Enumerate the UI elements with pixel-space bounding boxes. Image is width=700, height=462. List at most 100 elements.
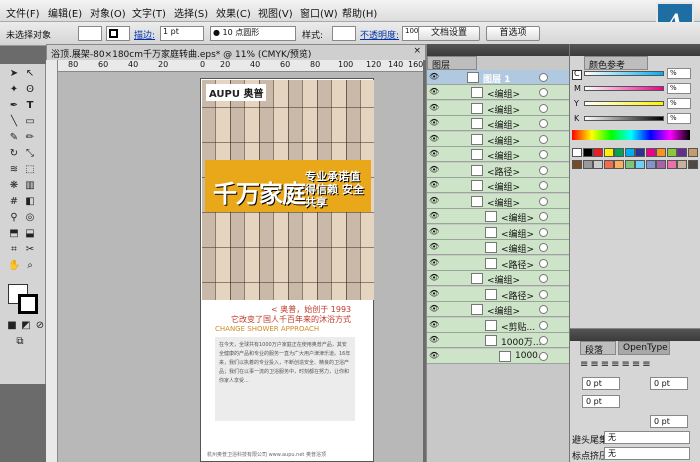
pencil-icon[interactable]: ✏ <box>24 132 36 144</box>
graph-tool-icon[interactable]: ▥ <box>24 180 36 192</box>
artboard-canvas[interactable]: AUPU 奥普 千万家庭 专业承诺值得信赖 安全共享 < 奥普，始创于 1993… <box>58 72 423 462</box>
zoom-tool-icon[interactable]: ⌕ <box>24 260 36 272</box>
eye-icon[interactable]: 👁 <box>429 274 439 282</box>
symbol-sprayer-icon[interactable]: ❋ <box>8 180 20 192</box>
live-paint-select-icon[interactable]: ⬓ <box>24 228 36 240</box>
blend-tool-icon[interactable]: ◎ <box>24 212 36 224</box>
layer-row[interactable]: 👁 <路径> <box>427 162 570 178</box>
type-tool-icon[interactable]: T <box>24 100 36 112</box>
c-slider[interactable] <box>584 71 664 76</box>
color-swatch[interactable] <box>593 160 603 169</box>
eye-icon[interactable]: 👁 <box>429 181 439 189</box>
layer-row[interactable]: 👁 <编组> <box>427 131 570 147</box>
color-swatch[interactable] <box>582 148 593 157</box>
layer-row[interactable]: 👁 <编组> <box>427 85 570 100</box>
target-icon[interactable] <box>539 196 548 206</box>
menu-effect[interactable]: 效果(C) <box>216 5 251 20</box>
layer-row[interactable]: 👁 1000... <box>427 348 570 364</box>
target-icon[interactable] <box>539 103 548 113</box>
k-field[interactable]: % <box>667 113 691 124</box>
target-icon[interactable] <box>539 243 548 252</box>
layer-row[interactable]: 👁 <编组> <box>427 209 570 224</box>
color-swatch[interactable] <box>656 148 666 157</box>
target-icon[interactable] <box>539 212 548 221</box>
target-icon[interactable] <box>539 119 548 128</box>
none-mode-icon[interactable]: ⊘ <box>34 320 46 332</box>
gradient-tool-icon[interactable]: ◧ <box>24 196 36 208</box>
stroke-label[interactable]: 描边: <box>134 28 155 41</box>
y-field[interactable]: % <box>667 98 691 109</box>
line-tool-icon[interactable]: ╲ <box>8 116 20 128</box>
stroke-swatch[interactable] <box>106 26 130 41</box>
eye-icon[interactable]: 👁 <box>429 119 439 127</box>
layer-row[interactable]: 👁 <编组> <box>427 271 570 286</box>
target-icon[interactable] <box>539 305 548 314</box>
menu-object[interactable]: 对象(O) <box>90 5 126 20</box>
color-swatch[interactable] <box>572 160 582 169</box>
eye-icon[interactable]: 👁 <box>429 196 439 205</box>
color-swatch[interactable] <box>624 160 635 169</box>
target-icon[interactable] <box>539 181 548 190</box>
color-swatch[interactable] <box>656 160 666 169</box>
eye-icon[interactable]: 👁 <box>429 227 439 236</box>
mesh-tool-icon[interactable]: # <box>8 196 20 208</box>
eye-icon[interactable]: 👁 <box>429 134 439 143</box>
eye-icon[interactable]: 👁 <box>429 258 439 267</box>
color-swatch[interactable] <box>677 160 687 169</box>
color-swatch[interactable] <box>687 148 698 157</box>
preferences-button[interactable]: 首选项 <box>486 26 540 41</box>
alignment-icons[interactable]: ≡≡≡≡≡≡≡ <box>580 359 653 370</box>
style-swatch[interactable] <box>332 26 356 41</box>
opacity-label[interactable]: 不透明度: <box>360 28 399 41</box>
color-swatch[interactable] <box>635 148 645 157</box>
layer-row[interactable]: 👁 <剪贴... <box>427 317 570 333</box>
color-swatch[interactable] <box>614 148 624 157</box>
color-swatch[interactable] <box>624 148 635 157</box>
eye-icon[interactable]: 👁 <box>429 320 439 329</box>
target-icon[interactable] <box>539 336 548 345</box>
menu-select[interactable]: 选择(S) <box>174 5 208 20</box>
layer-row[interactable]: 👁 <编组> <box>427 302 570 317</box>
color-swatch[interactable] <box>614 160 624 169</box>
layer-row[interactable]: 👁 1000万... <box>427 333 570 348</box>
color-spectrum[interactable] <box>572 130 690 140</box>
magic-wand-icon[interactable]: ✦ <box>8 84 20 96</box>
stroke-weight-field[interactable]: 1 pt <box>160 26 204 41</box>
free-transform-icon[interactable]: ⬚ <box>24 164 36 176</box>
c-field[interactable]: % <box>667 68 691 79</box>
screen-mode-icon[interactable]: ⧉ <box>14 336 26 348</box>
document-tab[interactable]: 浴顶.展架-80×180cm千万家庭转曲.eps* @ 11% (CMYK/预览… <box>46 44 426 60</box>
first-line-indent-field[interactable]: 0 pt <box>582 395 620 408</box>
target-icon[interactable] <box>539 227 548 237</box>
m-field[interactable]: % <box>667 83 691 94</box>
color-swatch[interactable] <box>582 160 593 169</box>
warp-tool-icon[interactable]: ≋ <box>8 164 20 176</box>
slice-tool-icon[interactable]: ✂ <box>24 244 36 256</box>
hand-tool-icon[interactable]: ✋ <box>8 260 20 272</box>
document-setup-button[interactable]: 文档设置 <box>418 26 480 41</box>
poster-artboard[interactable]: AUPU 奥普 千万家庭 专业承诺值得信赖 安全共享 < 奥普，始创于 1993… <box>200 78 374 462</box>
crop-tool-icon[interactable]: ⌗ <box>8 244 20 256</box>
color-swatch[interactable] <box>593 148 603 157</box>
menu-type[interactable]: 文字(T) <box>132 5 166 20</box>
layer-row-top[interactable]: 👁 图层 1 <box>427 70 570 85</box>
brush-select[interactable]: ● 10 点圆形 <box>210 26 296 41</box>
eye-icon[interactable]: 👁 <box>429 336 439 344</box>
menu-help[interactable]: 帮助(H) <box>342 5 377 20</box>
k-slider[interactable] <box>584 116 664 121</box>
color-mode-icon[interactable]: ■ <box>6 320 18 332</box>
color-swatch[interactable] <box>603 160 614 169</box>
color-swatch[interactable] <box>666 160 677 169</box>
target-icon[interactable] <box>539 73 548 82</box>
eye-icon[interactable]: 👁 <box>429 88 439 96</box>
fill-swatch[interactable] <box>78 26 102 41</box>
color-swatch[interactable] <box>635 160 645 169</box>
color-swatch[interactable] <box>603 148 614 157</box>
eye-icon[interactable]: 👁 <box>429 165 439 174</box>
paragraph-panel-header[interactable] <box>570 329 700 341</box>
rectangle-tool-icon[interactable]: ▭ <box>24 116 36 128</box>
m-slider[interactable] <box>584 86 664 91</box>
target-icon[interactable] <box>539 165 548 175</box>
target-icon[interactable] <box>539 150 548 159</box>
opentype-tab[interactable]: OpenType <box>618 341 670 355</box>
